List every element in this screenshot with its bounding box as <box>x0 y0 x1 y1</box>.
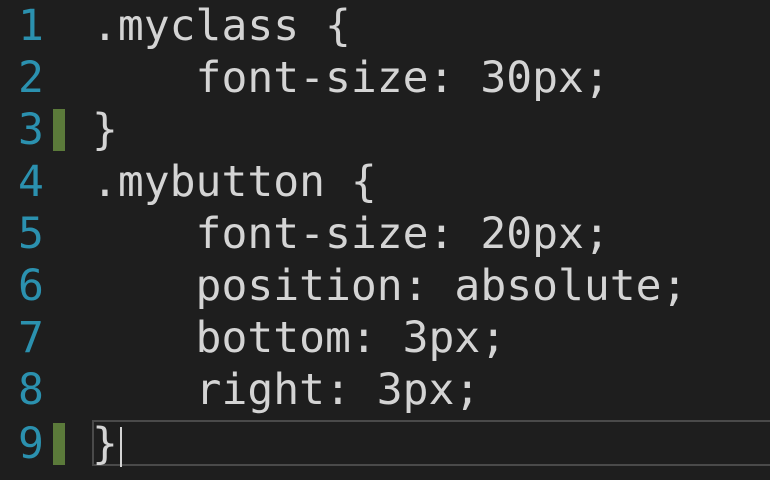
line-number: 5 <box>18 209 44 259</box>
line-number: 7 <box>18 313 44 363</box>
line-number: 9 <box>18 419 44 469</box>
code-line-1[interactable]: 1 .myclass { <box>0 0 770 52</box>
text-caret <box>119 426 122 467</box>
code-editor[interactable]: 1 .myclass { 2 font-size: 30px; 3 } 4 .m… <box>0 0 770 480</box>
code-line-3[interactable]: 3 } <box>0 104 770 156</box>
code-text[interactable]: } <box>92 104 118 156</box>
code-line-5[interactable]: 5 font-size: 20px; <box>0 208 770 260</box>
code-line-4[interactable]: 4 .mybutton { <box>0 156 770 208</box>
code-text[interactable]: font-size: 30px; <box>92 52 610 104</box>
code-line-6[interactable]: 6 position: absolute; <box>0 260 770 312</box>
code-text[interactable]: bottom: 3px; <box>92 312 507 364</box>
code-line-2[interactable]: 2 font-size: 30px; <box>0 52 770 104</box>
line-number: 4 <box>18 157 44 207</box>
line-number: 6 <box>18 261 44 311</box>
code-text[interactable]: right: 3px; <box>92 364 481 416</box>
change-marker <box>53 109 65 151</box>
line-number: 1 <box>18 1 44 51</box>
code-text[interactable]: font-size: 20px; <box>92 208 610 260</box>
code-line-9[interactable]: 9 } <box>0 418 770 470</box>
code-text-wrapper[interactable]: } <box>92 418 122 470</box>
code-line-7[interactable]: 7 bottom: 3px; <box>0 312 770 364</box>
line-number: 3 <box>18 105 44 155</box>
code-text[interactable]: .myclass { <box>92 0 351 52</box>
code-text[interactable]: } <box>92 419 118 469</box>
code-text[interactable]: position: absolute; <box>92 260 688 312</box>
code-text[interactable]: .mybutton { <box>92 156 377 208</box>
line-number: 2 <box>18 53 44 103</box>
line-number: 8 <box>18 365 44 415</box>
change-marker <box>53 423 65 465</box>
code-line-8[interactable]: 8 right: 3px; <box>0 364 770 416</box>
